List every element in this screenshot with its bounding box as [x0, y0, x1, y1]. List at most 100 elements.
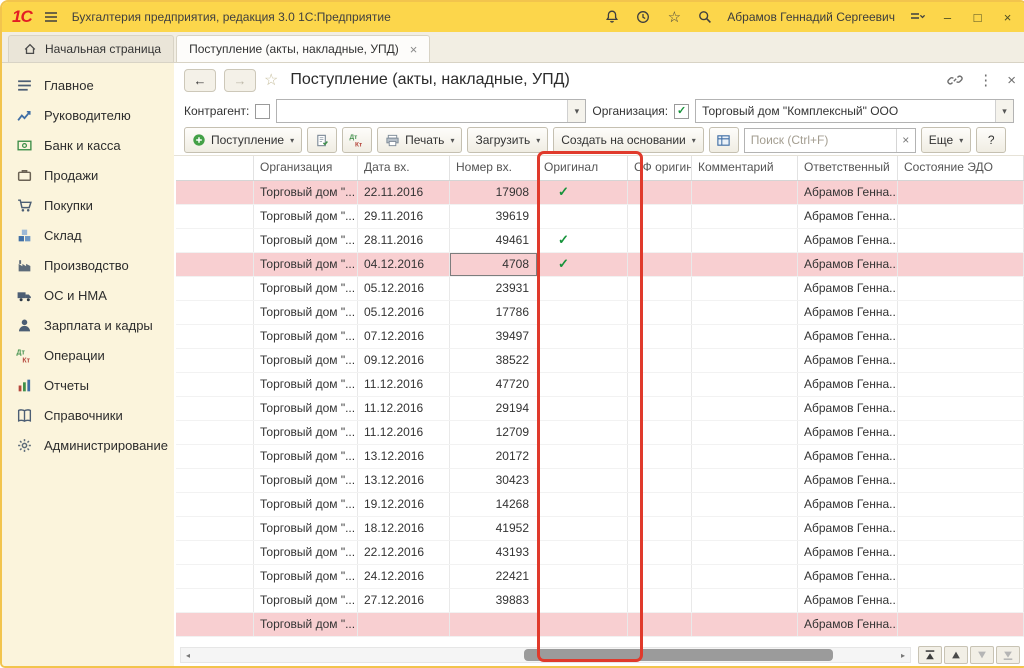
- row-icon-cell[interactable]: [176, 205, 254, 228]
- sidebar-item-zarplata-i-kadry[interactable]: Зарплата и кадры: [2, 310, 174, 340]
- date-cell[interactable]: 19.12.2016: [358, 493, 450, 516]
- date-cell[interactable]: [358, 613, 450, 636]
- org-cell[interactable]: Торговый дом "...: [254, 301, 358, 324]
- org-cell[interactable]: Торговый дом "...: [254, 349, 358, 372]
- row-icon-cell[interactable]: [176, 493, 254, 516]
- scrollbar-track[interactable]: [195, 648, 896, 662]
- org-cell[interactable]: Торговый дом "...: [254, 613, 358, 636]
- col-date[interactable]: Дата вх.: [358, 156, 450, 180]
- notifications-bell-icon[interactable]: [603, 8, 621, 26]
- comment-cell[interactable]: [692, 373, 798, 396]
- create-based-on-button[interactable]: Создать на основании ▾: [553, 127, 704, 153]
- edo-state-cell[interactable]: [898, 445, 1024, 468]
- edo-state-cell[interactable]: [898, 253, 1024, 276]
- kontragent-combo[interactable]: ▾: [276, 99, 586, 123]
- sf-original-cell[interactable]: [628, 181, 692, 204]
- comment-cell[interactable]: [692, 493, 798, 516]
- sf-original-cell[interactable]: [628, 445, 692, 468]
- org-cell[interactable]: Торговый дом "...: [254, 205, 358, 228]
- org-cell[interactable]: Торговый дом "...: [254, 589, 358, 612]
- original-cell[interactable]: [538, 469, 628, 492]
- comment-cell[interactable]: [692, 469, 798, 492]
- original-cell[interactable]: [538, 421, 628, 444]
- original-cell[interactable]: ✓: [538, 253, 628, 276]
- date-cell[interactable]: 22.11.2016: [358, 181, 450, 204]
- number-cell[interactable]: 22421: [450, 565, 538, 588]
- responsible-cell[interactable]: Абрамов Генна...: [798, 469, 898, 492]
- date-cell[interactable]: 29.11.2016: [358, 205, 450, 228]
- sf-original-cell[interactable]: [628, 613, 692, 636]
- responsible-cell[interactable]: Абрамов Генна...: [798, 325, 898, 348]
- edo-state-cell[interactable]: [898, 613, 1024, 636]
- responsible-cell[interactable]: Абрамов Генна...: [798, 277, 898, 300]
- sidebar-item-spravochniki[interactable]: Справочники: [2, 400, 174, 430]
- edo-state-cell[interactable]: [898, 565, 1024, 588]
- print-button[interactable]: Печать ▾: [377, 127, 462, 153]
- date-cell[interactable]: 09.12.2016: [358, 349, 450, 372]
- org-cell[interactable]: Торговый дом "...: [254, 517, 358, 540]
- responsible-cell[interactable]: Абрамов Генна...: [798, 301, 898, 324]
- edo-state-cell[interactable]: [898, 325, 1024, 348]
- page-up-button[interactable]: [944, 646, 968, 664]
- edo-button[interactable]: [709, 127, 739, 153]
- sidebar-item-sklad[interactable]: Склад: [2, 220, 174, 250]
- number-cell[interactable]: 39619: [450, 205, 538, 228]
- tab-postuplenie[interactable]: Поступление (акты, накладные, УПД) ×: [176, 35, 430, 62]
- original-cell[interactable]: [538, 277, 628, 300]
- table-row[interactable]: Торговый дом "...11.12.201647720Абрамов …: [176, 373, 1024, 397]
- minimize-button[interactable]: –: [939, 10, 956, 25]
- edo-state-cell[interactable]: [898, 373, 1024, 396]
- number-cell[interactable]: 17786: [450, 301, 538, 324]
- edo-state-cell[interactable]: [898, 589, 1024, 612]
- kontragent-dropdown-icon[interactable]: ▾: [567, 100, 585, 122]
- history-icon[interactable]: [634, 8, 652, 26]
- col-edo-state[interactable]: Состояние ЭДО: [898, 156, 1024, 180]
- page-down-button[interactable]: [970, 646, 994, 664]
- edo-state-cell[interactable]: [898, 205, 1024, 228]
- responsible-cell[interactable]: Абрамов Генна...: [798, 181, 898, 204]
- org-cell[interactable]: Торговый дом "...: [254, 229, 358, 252]
- tab-close-icon[interactable]: ×: [410, 42, 418, 57]
- sf-original-cell[interactable]: [628, 229, 692, 252]
- comment-cell[interactable]: [692, 277, 798, 300]
- table-row[interactable]: Торговый дом "...28.11.201649461✓Абрамов…: [176, 229, 1024, 253]
- col-responsible[interactable]: Ответственный: [798, 156, 898, 180]
- sidebar-item-operacii[interactable]: ДтКт Операции: [2, 340, 174, 370]
- number-cell[interactable]: 39497: [450, 325, 538, 348]
- org-cell[interactable]: Торговый дом "...: [254, 565, 358, 588]
- sf-original-cell[interactable]: [628, 205, 692, 228]
- current-user[interactable]: Абрамов Геннадий Сергеевич: [727, 10, 895, 24]
- table-row[interactable]: Торговый дом "...05.12.201623931Абрамов …: [176, 277, 1024, 301]
- row-icon-cell[interactable]: [176, 301, 254, 324]
- row-icon-cell[interactable]: [176, 229, 254, 252]
- kontragent-checkbox[interactable]: [255, 104, 270, 119]
- sidebar-item-bank-i-kassa[interactable]: Банк и касса: [2, 130, 174, 160]
- responsible-cell[interactable]: Абрамов Генна...: [798, 517, 898, 540]
- responsible-cell[interactable]: Абрамов Генна...: [798, 493, 898, 516]
- org-cell[interactable]: Торговый дом "...: [254, 469, 358, 492]
- org-cell[interactable]: Торговый дом "...: [254, 445, 358, 468]
- sf-original-cell[interactable]: [628, 493, 692, 516]
- org-cell[interactable]: Торговый дом "...: [254, 373, 358, 396]
- row-icon-cell[interactable]: [176, 445, 254, 468]
- close-window-button[interactable]: ×: [999, 10, 1016, 25]
- row-icon-cell[interactable]: [176, 349, 254, 372]
- org-cell[interactable]: Торговый дом "...: [254, 493, 358, 516]
- original-cell[interactable]: [538, 613, 628, 636]
- number-cell[interactable]: [450, 613, 538, 636]
- table-row[interactable]: Торговый дом "...29.11.201639619Абрамов …: [176, 205, 1024, 229]
- number-cell[interactable]: 47720: [450, 373, 538, 396]
- col-icon[interactable]: [176, 156, 254, 180]
- edo-state-cell[interactable]: [898, 493, 1024, 516]
- date-cell[interactable]: 05.12.2016: [358, 301, 450, 324]
- org-cell[interactable]: Торговый дом "...: [254, 277, 358, 300]
- row-icon-cell[interactable]: [176, 517, 254, 540]
- original-cell[interactable]: [538, 589, 628, 612]
- org-cell[interactable]: Торговый дом "...: [254, 541, 358, 564]
- number-cell[interactable]: 17908: [450, 181, 538, 204]
- help-button[interactable]: ?: [976, 127, 1006, 153]
- sf-original-cell[interactable]: [628, 517, 692, 540]
- number-cell[interactable]: 41952: [450, 517, 538, 540]
- sidebar-item-pokupki[interactable]: Покупки: [2, 190, 174, 220]
- edo-state-cell[interactable]: [898, 397, 1024, 420]
